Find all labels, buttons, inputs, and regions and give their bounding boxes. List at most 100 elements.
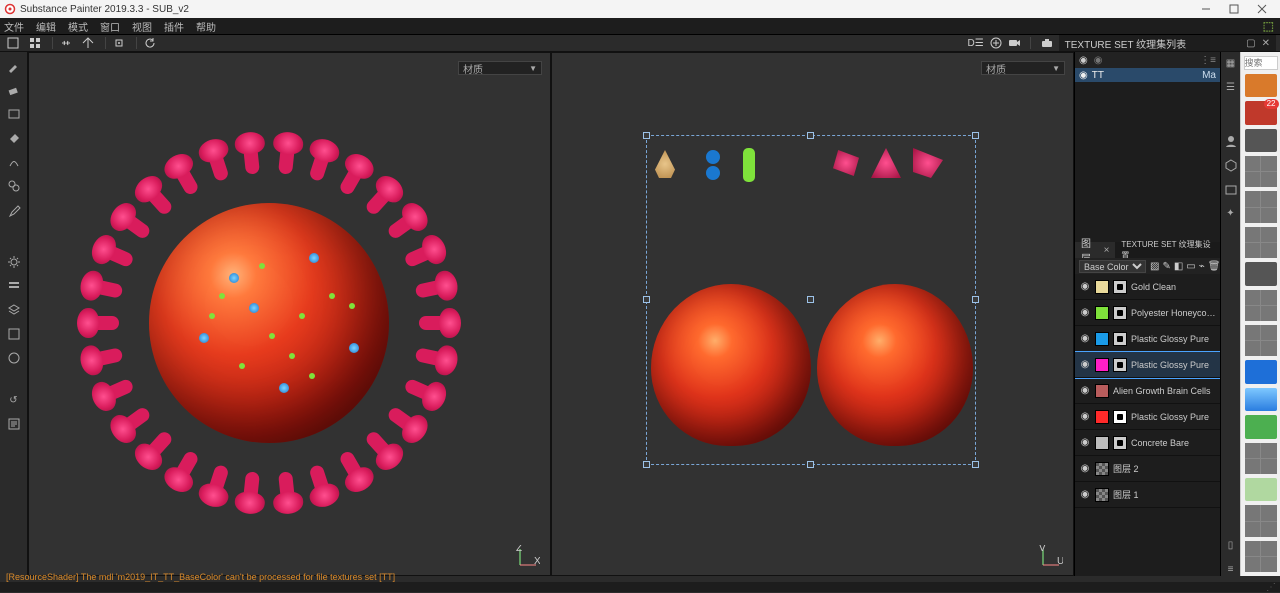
- layer-row[interactable]: ◉Polyester Honeycomb Mesh Fr: [1075, 300, 1220, 326]
- viewport-2d[interactable]: 材质 ▼: [551, 52, 1074, 576]
- resize-handle[interactable]: [643, 296, 650, 303]
- resize-handle[interactable]: [643, 461, 650, 468]
- undo-panel-icon[interactable]: ↺: [6, 392, 22, 408]
- layer-row[interactable]: ◉Gold Clean: [1075, 274, 1220, 300]
- eye-icon[interactable]: ◉: [1079, 359, 1091, 370]
- channel-select[interactable]: Base Color: [1079, 260, 1146, 273]
- perspective-icon[interactable]: [79, 35, 97, 51]
- resize-handle[interactable]: [807, 296, 814, 303]
- search-input[interactable]: [1244, 56, 1278, 70]
- thumbnail-item[interactable]: [1245, 129, 1277, 152]
- thumbnail-item[interactable]: [1245, 74, 1277, 97]
- minimize-button[interactable]: [1192, 0, 1220, 18]
- panel-popout-icon[interactable]: ▢: [1246, 38, 1255, 49]
- brush-tool-icon[interactable]: [6, 58, 22, 74]
- eye-icon[interactable]: ◉: [1079, 70, 1088, 81]
- collapse-dock-icon[interactable]: ▯: [1224, 538, 1238, 552]
- avatar-icon[interactable]: [1224, 134, 1238, 148]
- texture-set-edit[interactable]: Ma: [1202, 70, 1216, 81]
- cube-dock-icon[interactable]: [1224, 158, 1238, 172]
- texture-set-item[interactable]: ◉ TT Ma: [1075, 68, 1220, 82]
- layer-row[interactable]: ◉Concrete Bare: [1075, 430, 1220, 456]
- layer-row[interactable]: ◉图层 2: [1075, 456, 1220, 482]
- eraser-tool-icon[interactable]: [6, 82, 22, 98]
- panel-close-icon[interactable]: ✕: [1262, 38, 1270, 49]
- panel-menu-icon[interactable]: ⋮≡: [1200, 55, 1216, 66]
- view-grid-icon[interactable]: [26, 35, 44, 51]
- viewport-3d[interactable]: 材质 ▼ /* placed after */ Z X: [28, 52, 551, 576]
- menu-view[interactable]: 视图: [132, 19, 152, 34]
- archive-dock-icon[interactable]: [1224, 182, 1238, 196]
- fx-icon[interactable]: ⌁: [1199, 261, 1205, 272]
- thumbnail-item[interactable]: [1245, 262, 1277, 285]
- layer-row[interactable]: ◉Plastic Glossy Pure: [1075, 326, 1220, 352]
- thumbnail-item[interactable]: [1245, 478, 1277, 501]
- thumbnail-item[interactable]: [1245, 443, 1277, 474]
- link-icon[interactable]: ◉: [1094, 55, 1103, 66]
- shelf-dock-icon[interactable]: ▦: [1224, 56, 1238, 70]
- resize-handle[interactable]: [643, 132, 650, 139]
- log-icon[interactable]: [6, 416, 22, 432]
- thumbnail-item[interactable]: [1245, 290, 1277, 321]
- thumbnail-item[interactable]: [1245, 325, 1277, 356]
- fill-tool-icon[interactable]: [6, 130, 22, 146]
- layer-row[interactable]: ◉图层 1: [1075, 482, 1220, 508]
- hdr-icon[interactable]: [6, 350, 22, 366]
- menu-help[interactable]: 帮助: [196, 19, 216, 34]
- view-single-icon[interactable]: [4, 35, 22, 51]
- menu-edit[interactable]: 编辑: [36, 19, 56, 34]
- menu-mode[interactable]: 模式: [68, 19, 88, 34]
- layer-mask-swatch[interactable]: [1113, 280, 1127, 294]
- resize-handle[interactable]: [807, 461, 814, 468]
- thumbnail-item[interactable]: [1245, 505, 1277, 536]
- resize-handle[interactable]: [972, 132, 979, 139]
- add-folder-icon[interactable]: ▭: [1186, 261, 1195, 272]
- thumbnail-item[interactable]: [1245, 388, 1277, 411]
- maximize-button[interactable]: [1220, 0, 1248, 18]
- tab-layers[interactable]: 图层 ×: [1075, 242, 1115, 258]
- shelf-icon[interactable]: [6, 326, 22, 342]
- thumbnail-item[interactable]: 22: [1245, 101, 1277, 124]
- clone-tool-icon[interactable]: [6, 178, 22, 194]
- eye-icon[interactable]: ◉: [1079, 333, 1091, 344]
- thumbnail-item[interactable]: [1245, 191, 1277, 222]
- eye-icon[interactable]: ◉: [1079, 307, 1091, 318]
- eye-icon[interactable]: ◉: [1079, 437, 1091, 448]
- viewport-3d-shader-dropdown[interactable]: 材质 ▼: [458, 61, 542, 75]
- resize-handle[interactable]: [972, 296, 979, 303]
- effects-dock-icon[interactable]: ✦: [1224, 206, 1238, 220]
- layer-mask-swatch[interactable]: [1113, 332, 1127, 346]
- focus-icon[interactable]: [110, 35, 128, 51]
- thumbnail-item[interactable]: [1245, 156, 1277, 187]
- uv-selection-bounds[interactable]: [646, 135, 976, 465]
- layer-mask-swatch[interactable]: [1113, 410, 1127, 424]
- display-mode-icon[interactable]: D☰: [967, 38, 983, 49]
- layer-row[interactable]: ◉Alien Growth Brain Cells: [1075, 378, 1220, 404]
- channels-icon[interactable]: [6, 278, 22, 294]
- layer-mask-swatch[interactable]: [1113, 358, 1127, 372]
- add-mask-icon[interactable]: ◧: [1174, 261, 1183, 272]
- layer-row[interactable]: ◉Plastic Glossy Pure: [1075, 352, 1220, 378]
- add-fill-layer-icon[interactable]: ▨: [1150, 261, 1159, 272]
- symmetry-icon[interactable]: [57, 35, 75, 51]
- resize-handle[interactable]: [972, 461, 979, 468]
- settings-icon[interactable]: [6, 254, 22, 270]
- layer-row[interactable]: ◉Plastic Glossy Pure: [1075, 404, 1220, 430]
- delete-layer-icon[interactable]: 🗑: [1208, 261, 1221, 272]
- picker-tool-icon[interactable]: [6, 202, 22, 218]
- thumbnail-item[interactable]: [1245, 541, 1277, 572]
- layers-shortcut-icon[interactable]: [6, 302, 22, 318]
- render-icon[interactable]: [1008, 37, 1020, 49]
- eye-icon[interactable]: ◉: [1079, 55, 1088, 66]
- close-icon[interactable]: ×: [1104, 245, 1110, 256]
- eye-icon[interactable]: ◉: [1079, 411, 1091, 422]
- tab-texture-set-settings[interactable]: TEXTURE SET 纹理集设置: [1115, 242, 1220, 258]
- bake-icon[interactable]: [990, 37, 1002, 49]
- add-layer-icon[interactable]: ✎: [1162, 261, 1170, 272]
- viewport-2d-shader-dropdown[interactable]: 材质 ▼: [981, 61, 1065, 75]
- thumbnail-item[interactable]: [1245, 360, 1277, 383]
- thumbnail-item[interactable]: [1245, 415, 1277, 438]
- camera-icon[interactable]: [1041, 37, 1053, 49]
- eye-icon[interactable]: ◉: [1079, 463, 1091, 474]
- thumbnail-item[interactable]: [1245, 227, 1277, 258]
